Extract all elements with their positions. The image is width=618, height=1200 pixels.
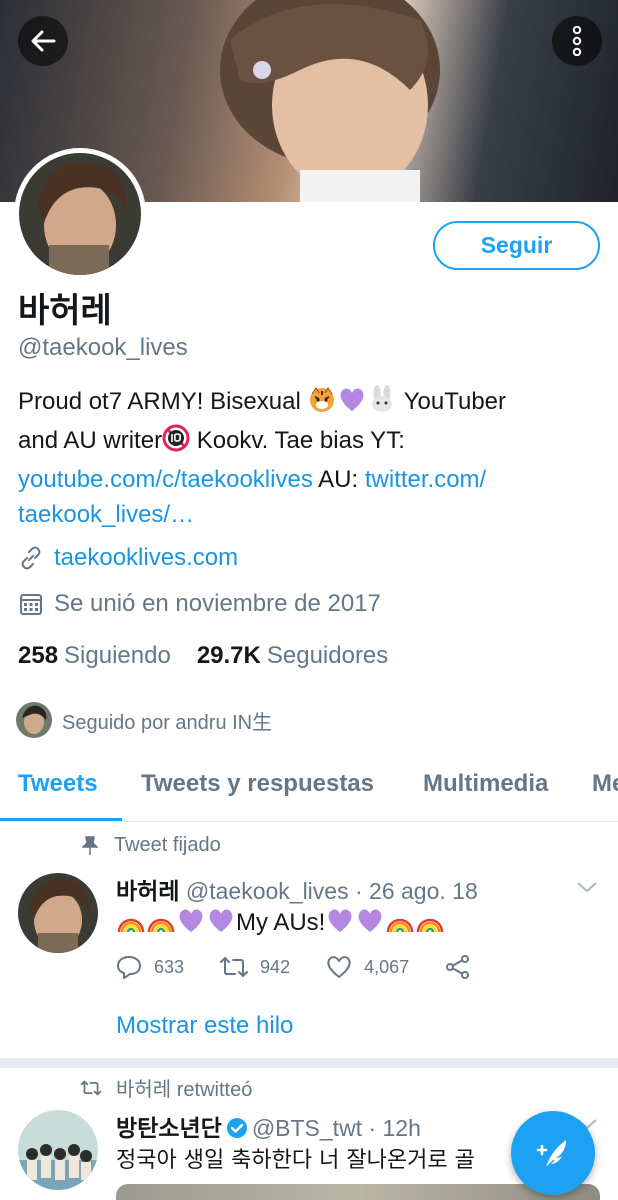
profile-tabs: Tweets Tweets y respuestas Multimedia Me… bbox=[0, 760, 618, 822]
bio-text: YouTuber bbox=[397, 388, 507, 415]
followers-label: Seguidores bbox=[266, 642, 389, 669]
tweet-divider bbox=[0, 1058, 618, 1068]
tweet-header: 방탄소년단 @BTS_twt · 12h bbox=[116, 1109, 421, 1145]
following-stat[interactable]: 258 Siguiendo bbox=[18, 642, 171, 670]
tab-media[interactable]: Multimedia bbox=[423, 770, 548, 798]
compose-tweet-button[interactable] bbox=[511, 1111, 595, 1195]
show-thread-link[interactable]: Mostrar este hilo bbox=[116, 1012, 293, 1040]
pin-icon bbox=[80, 835, 100, 856]
reply-count: 633 bbox=[154, 956, 185, 977]
share-icon bbox=[446, 955, 470, 979]
like-button[interactable]: 4,067 bbox=[326, 955, 409, 979]
more-options-button[interactable] bbox=[552, 16, 602, 66]
tweet-author-name[interactable]: 방탄소년단 bbox=[116, 1116, 222, 1142]
rabbit-emoji bbox=[367, 385, 397, 423]
retweeted-label-text: 바허레 retwitteó bbox=[116, 1079, 253, 1101]
tweet-text-content: My AUs! bbox=[236, 909, 326, 936]
verified-icon bbox=[226, 1117, 248, 1145]
following-label: Siguiendo bbox=[64, 642, 171, 669]
followed-by-text: Seguido por andru IN生 bbox=[62, 711, 273, 734]
pinned-label-text: Tweet fijado bbox=[114, 834, 221, 856]
tab-tweets[interactable]: Tweets bbox=[18, 770, 98, 798]
website-link[interactable]: taekooklives.com bbox=[54, 544, 238, 572]
tweet-text: My AUs! bbox=[116, 906, 445, 941]
share-button[interactable] bbox=[445, 955, 483, 979]
profile-bio: Proud ot7 ARMY! Bisexual YouTuber and AU… bbox=[18, 384, 608, 532]
tweet-header: 바허레 @taekook_lives · 26 ago. 18 bbox=[116, 872, 478, 906]
follow-button[interactable]: Seguir bbox=[433, 221, 600, 270]
purple-heart-emoji bbox=[355, 906, 385, 941]
joined-text: Se unió en noviembre de 2017 bbox=[54, 590, 381, 617]
display-name: 바허레 bbox=[18, 291, 112, 331]
reply-icon bbox=[117, 956, 141, 979]
rainbow-emoji bbox=[146, 906, 176, 941]
tab-tweets-and-replies[interactable]: Tweets y respuestas bbox=[141, 770, 374, 798]
profile-joined: Se unió en noviembre de 2017 bbox=[18, 590, 381, 618]
retweet-icon bbox=[220, 957, 249, 977]
purple-heart-emoji bbox=[337, 385, 367, 423]
bio-text: and AU writer bbox=[18, 427, 163, 454]
followers-stat[interactable]: 29.7K Seguidores bbox=[197, 642, 388, 670]
avatar-image bbox=[19, 153, 141, 275]
rainbow-emoji bbox=[415, 906, 445, 941]
like-count: 4,067 bbox=[364, 956, 410, 977]
profile-stats: 258 Siguiendo 29.7K Seguidores bbox=[18, 642, 388, 670]
tweet-actions: 633 942 4,067 bbox=[116, 955, 519, 979]
purple-heart-emoji bbox=[176, 906, 206, 941]
active-tab-indicator bbox=[0, 818, 122, 821]
more-vertical-icon bbox=[572, 26, 582, 56]
like-icon bbox=[327, 956, 351, 978]
followed-by[interactable]: Seguido por andru IN生 bbox=[16, 702, 272, 738]
back-arrow-icon bbox=[31, 30, 56, 52]
bio-text: Kookv. Tae bias YT: bbox=[190, 427, 405, 454]
retweet-count: 942 bbox=[260, 956, 291, 977]
link-icon bbox=[18, 545, 44, 571]
profile-website: taekooklives.com bbox=[18, 544, 238, 572]
retweet-icon bbox=[80, 1080, 102, 1096]
following-count: 258 bbox=[18, 642, 59, 669]
profile-handle: @taekook_lives bbox=[18, 334, 188, 361]
compose-icon bbox=[536, 1140, 566, 1169]
back-button[interactable] bbox=[18, 16, 68, 66]
tweet-meta: @taekook_lives · 26 ago. 18 bbox=[185, 878, 478, 904]
followers-count: 29.7K bbox=[196, 642, 261, 669]
bio-twitter-link-cont[interactable]: taekook_lives/… bbox=[18, 501, 194, 528]
rainbow-emoji bbox=[116, 906, 146, 941]
purple-heart-emoji bbox=[206, 906, 236, 941]
no-under-18-emoji bbox=[162, 424, 190, 462]
tweet-avatar[interactable] bbox=[18, 873, 98, 953]
tweet-meta: @BTS_twt · 12h bbox=[251, 1115, 421, 1141]
bio-twitter-link[interactable]: twitter.com/ bbox=[365, 466, 486, 493]
tiger-emoji bbox=[307, 385, 337, 423]
chevron-down-icon[interactable] bbox=[576, 880, 598, 894]
bio-text: Proud ot7 ARMY! Bisexual bbox=[18, 388, 308, 415]
rainbow-emoji bbox=[385, 906, 415, 941]
bio-youtube-link[interactable]: youtube.com/c/taekooklives bbox=[18, 466, 313, 493]
bio-text: AU: bbox=[312, 466, 365, 493]
tweet-avatar[interactable] bbox=[18, 1110, 98, 1190]
tweet-text: 정국아 생일 축하한다 너 잘나온거로 골 bbox=[116, 1148, 475, 1173]
calendar-icon bbox=[18, 591, 44, 617]
purple-heart-emoji bbox=[325, 906, 355, 941]
retweeted-label: 바허레 retwitteó bbox=[80, 1073, 252, 1102]
tweet-author-name[interactable]: 바허레 bbox=[116, 879, 179, 905]
retweet-button[interactable]: 942 bbox=[220, 956, 290, 978]
pinned-label: Tweet fijado bbox=[80, 834, 221, 857]
profile-avatar[interactable] bbox=[14, 148, 146, 280]
reply-button[interactable]: 633 bbox=[116, 955, 184, 979]
follower-avatar bbox=[16, 702, 52, 738]
tab-likes[interactable]: Me Gusta bbox=[592, 770, 618, 798]
